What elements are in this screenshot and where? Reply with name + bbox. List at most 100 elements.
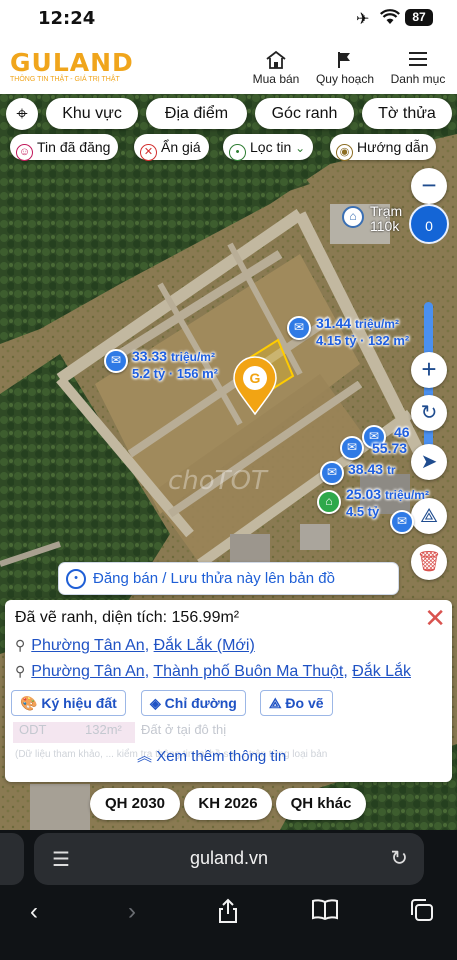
battery-indicator: 87 [405, 9, 433, 26]
tabs-icon [409, 899, 435, 928]
crosshair-icon: ⌖ [16, 103, 28, 125]
address-bar[interactable]: ☰ guland.vn ↻ [34, 833, 424, 885]
tab-goc-ranh[interactable]: Góc ranh [255, 98, 354, 129]
listing-marker-home[interactable]: ⌂ [317, 490, 341, 514]
listing-price-label[interactable]: 31.44 triệu/m² 4.15 tỷ · 132 m² [316, 315, 409, 349]
listing-price-label[interactable]: 38.43 tr [348, 461, 396, 478]
locate-me-button[interactable]: ⌖ [6, 98, 38, 130]
chotot-watermark: choTOT [168, 466, 267, 496]
zoom-in-button[interactable]: + [411, 352, 447, 388]
zoom-out-button[interactable]: − [411, 168, 447, 204]
posted-icon: ☺ [16, 144, 33, 161]
browser-toolbar: ☰ guland.vn ↻ ‹ › [0, 830, 457, 960]
hide-price-icon: ✕ [140, 144, 157, 161]
tab-khu-vuc[interactable]: Khu vực [46, 98, 138, 129]
nav-mua-ban[interactable]: Mua bán [244, 50, 308, 86]
nav-quy-hoach[interactable]: Quy hoạch [313, 50, 377, 86]
guland-logo[interactable]: GULAND THÔNG TIN THẬT - GIÁ TRỊ THẬT [10, 48, 134, 83]
measure-draw-button[interactable]: ⟁ Đo vẽ [260, 690, 333, 716]
delete-button[interactable]: 🗑 [411, 544, 447, 580]
province-link[interactable]: Đắk Lắk (Mới) [154, 637, 255, 654]
bookmarks-button[interactable] [305, 898, 345, 927]
back-button[interactable]: ‹ [14, 898, 54, 926]
filter-pin-icon: • [229, 144, 246, 161]
svg-text:G: G [250, 370, 261, 386]
listing-price-label[interactable]: 55.73 [372, 440, 407, 456]
refresh-icon: ↻ [420, 402, 438, 424]
listing-marker[interactable]: ✉ [390, 510, 414, 534]
listing-marker[interactable]: ✉ [320, 461, 344, 485]
tab-dia-diem[interactable]: Địa điểm [146, 98, 247, 129]
chip-loc-tin[interactable]: • Lọc tin ⌄ [223, 134, 314, 161]
land-symbol-button[interactable]: 🎨 Ký hiệu đất [11, 690, 126, 716]
see-more-link[interactable]: ︽ Xem thêm thông tin [137, 745, 286, 766]
post-plot-button[interactable]: • Đăng bán / Lưu thửa này lên bản đồ [58, 562, 399, 595]
guide-icon: ◉ [336, 144, 353, 161]
minus-icon: − [421, 170, 437, 200]
chip-an-gia[interactable]: ✕ Ẩn giá [134, 134, 209, 161]
wifi-icon [380, 9, 400, 30]
ward-link[interactable]: Phường Tân An [31, 637, 144, 654]
listing-marker[interactable]: ✉ [340, 436, 364, 460]
tabs-button[interactable] [402, 898, 442, 929]
chip-huong-dan[interactable]: ◉ Hướng dẫn [330, 134, 437, 161]
listing-marker[interactable]: ✉ [104, 349, 128, 373]
navigation-arrow-icon: ➤ [420, 451, 438, 473]
book-icon [311, 899, 339, 926]
pin-icon: • [66, 569, 86, 589]
city-link[interactable]: Thành phố Buôn Ma Thuột [153, 663, 343, 680]
land-area: 132m² [85, 722, 122, 737]
app-header: GULAND THÔNG TIN THẬT - GIÁ TRỊ THẬT Mua… [0, 38, 457, 94]
close-icon: ✕ [424, 603, 446, 633]
selected-plot-pin[interactable]: G [232, 356, 278, 416]
chip-tin-da-dang[interactable]: ☺ Tin đã đăng [10, 134, 119, 161]
listing-price-label[interactable]: 33.33 triệu/m² 5.2 tỷ · 156 m² [132, 348, 218, 382]
status-time: 12:24 [38, 8, 96, 29]
listing-marker[interactable]: ✉ [287, 316, 311, 340]
ward-link[interactable]: Phường Tân An [31, 663, 144, 680]
share-button[interactable] [208, 898, 248, 931]
plan-kh-2026-button[interactable]: KH 2026 [184, 788, 272, 820]
location-old: ⚲ Phường Tân An, Thành phố Buôn Ma Thuột,… [15, 663, 411, 680]
chevron-left-icon: ‹ [30, 898, 38, 925]
house-icon [244, 50, 308, 72]
poi-label: Trạm 110k [370, 203, 403, 234]
menu-icon [386, 50, 450, 72]
chevron-right-icon: › [128, 898, 136, 925]
map-flag-icon [313, 50, 377, 72]
trash-icon: 🗑 [416, 551, 442, 573]
land-description: Đất ở tại đô thị [141, 722, 227, 737]
compass-draw-icon: ⟁ [269, 695, 282, 711]
map-view[interactable]: choTOT ⌖ Khu vực Địa điểm Góc ranh Tờ th… [0, 94, 457, 830]
forward-button[interactable]: › [112, 898, 152, 926]
plus-icon: + [421, 354, 437, 384]
chevron-down-icon: ⌄ [295, 141, 306, 155]
listing-price-label[interactable]: 46 [394, 424, 410, 440]
nav-danh-muc[interactable]: Danh mục [386, 50, 450, 86]
share-icon [217, 898, 239, 930]
plan-qh-khac-button[interactable]: QH khác [276, 788, 366, 820]
location-new: ⚲ Phường Tân An, Đắk Lắk (Mới) [15, 637, 255, 654]
airplane-icon: ✈ [356, 11, 370, 28]
navigate-button[interactable]: ➤ [411, 444, 447, 480]
refresh-button[interactable]: ↻ [411, 395, 447, 431]
plot-area-title: Đã vẽ ranh, diện tích: 156.99m² [15, 609, 240, 626]
tab-to-thua[interactable]: Tờ thửa [362, 98, 452, 129]
plot-info-card: Đã vẽ ranh, diện tích: 156.99m² ✕ ⚲ Phườn… [5, 600, 452, 782]
location-pin-icon: ⚲ [15, 637, 26, 653]
plan-qh-2030-button[interactable]: QH 2030 [90, 788, 180, 820]
province-link[interactable]: Đắk Lắk [352, 663, 411, 680]
location-pin-icon: ⚲ [15, 663, 26, 679]
land-code: ODT [19, 722, 47, 737]
reload-icon[interactable]: ↻ [390, 846, 408, 871]
palette-icon: 🎨 [20, 695, 38, 711]
directions-icon: ◈ [150, 695, 161, 711]
url-text: guland.vn [189, 848, 269, 868]
listing-price-label[interactable]: 25.03 triệu/m² 4.5 tỷ [346, 486, 429, 520]
status-bar: 12:24 ✈ 87 [0, 0, 457, 38]
close-button[interactable]: ✕ [424, 604, 446, 632]
previous-tab-card[interactable] [0, 833, 24, 885]
zoom-slider-knob[interactable]: 0 [409, 204, 449, 244]
directions-button[interactable]: ◈ Chỉ đường [141, 690, 246, 716]
poi-building-icon[interactable]: ⌂ [342, 206, 364, 228]
